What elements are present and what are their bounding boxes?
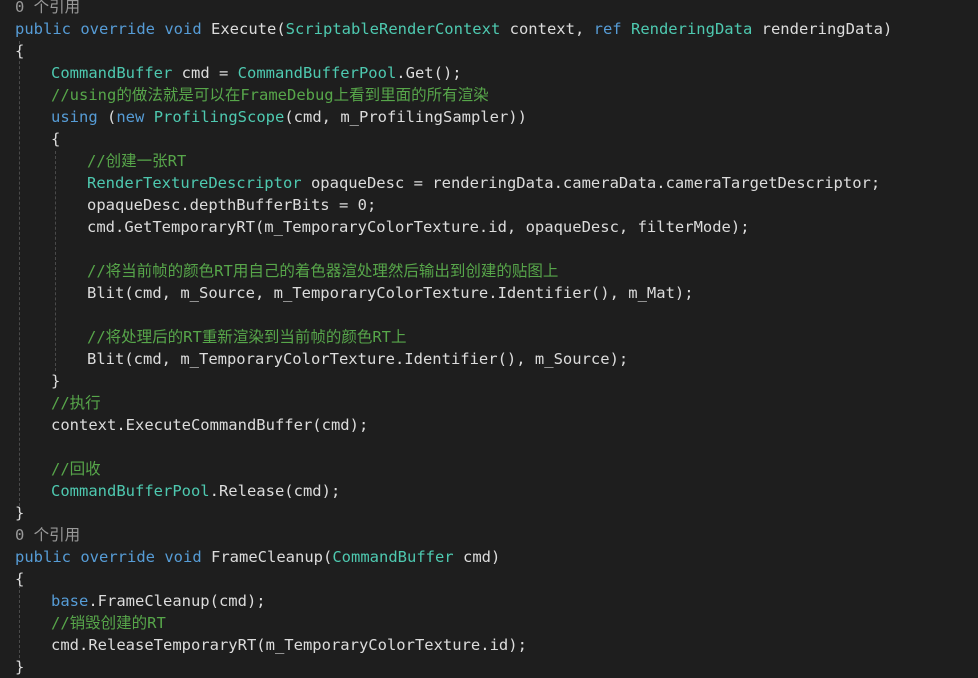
code-keyword: void — [164, 20, 202, 38]
code-line: RenderTextureDescriptor opaqueDesc = ren… — [87, 172, 880, 194]
code-type: RenderTextureDescriptor — [87, 174, 302, 192]
code-comment: //回收 — [51, 460, 101, 478]
code-text: } — [15, 658, 25, 676]
code-line: Blit(cmd, m_Source, m_TemporaryColorText… — [87, 282, 694, 304]
code-line: { — [15, 568, 24, 590]
code-keyword: override — [80, 548, 155, 566]
code-type: CommandBuffer — [332, 548, 454, 566]
code-editor[interactable]: 0 个引用 public override void Execute(Script… — [0, 0, 978, 676]
code-line: //回收 — [51, 458, 101, 480]
code-keyword: new — [116, 108, 145, 126]
code-line: { — [51, 128, 60, 150]
code-text: opaqueDesc = renderingData.cameraData.ca… — [301, 174, 881, 192]
code-keyword: override — [80, 20, 155, 38]
code-text: (cmd, m_ProfilingSampler)) — [284, 108, 527, 126]
code-line: cmd.ReleaseTemporaryRT(m_TemporaryColorT… — [51, 634, 527, 656]
code-keyword: public — [15, 20, 71, 38]
code-text: context.ExecuteCommandBuffer(cmd); — [51, 416, 369, 434]
code-type: ScriptableRenderContext — [285, 20, 501, 38]
code-line: } — [51, 370, 60, 392]
code-type: ProfilingScope — [153, 108, 285, 126]
indent-guide — [19, 585, 20, 663]
code-line: CommandBufferPool.Release(cmd); — [51, 480, 340, 502]
code-text: { — [51, 130, 61, 148]
code-text: renderingData) — [752, 20, 893, 38]
code-text: } — [15, 504, 25, 522]
code-text: Execute( — [201, 20, 286, 38]
code-line: public override void Execute(ScriptableR… — [15, 18, 892, 40]
code-line: cmd.GetTemporaryRT(m_TemporaryColorTextu… — [87, 216, 750, 238]
indent-guide — [55, 151, 56, 371]
code-line: base.FrameCleanup(cmd); — [51, 590, 266, 612]
code-comment: //将处理后的RT重新渲染到当前帧的颜色RT上 — [87, 328, 407, 346]
code-text: { — [15, 42, 25, 60]
code-line: CommandBuffer cmd = CommandBufferPool.Ge… — [51, 62, 462, 84]
code-line: //using的做法就是可以在FrameDebug上看到里面的所有渲染 — [51, 84, 489, 106]
code-comment: //创建一张RT — [87, 152, 187, 170]
code-keyword: void — [164, 548, 202, 566]
code-line: //执行 — [51, 392, 101, 414]
code-comment: //销毁创建的RT — [51, 614, 166, 632]
code-type: RenderingData — [630, 20, 753, 38]
code-text: { — [15, 570, 25, 588]
code-text: cmd.ReleaseTemporaryRT(m_TemporaryColorT… — [51, 636, 527, 654]
code-comment: //执行 — [51, 394, 101, 412]
code-line: using (new ProfilingScope(cmd, m_Profili… — [51, 106, 527, 128]
code-line: Blit(cmd, m_TemporaryColorTexture.Identi… — [87, 348, 628, 370]
code-text: .Release(cmd); — [209, 482, 341, 500]
indent-guide — [19, 41, 20, 506]
code-keyword: ref — [593, 20, 622, 38]
code-type: CommandBufferPool — [237, 64, 397, 82]
code-line: opaqueDesc.depthBufferBits = 0; — [87, 194, 376, 216]
code-text: Blit(cmd, m_Source, m_TemporaryColorText… — [87, 284, 694, 302]
code-keyword: public — [15, 548, 71, 566]
code-line: { — [15, 40, 24, 62]
code-line: } — [15, 656, 24, 678]
code-keyword: base — [51, 592, 89, 610]
code-text: cmd) — [453, 548, 501, 566]
code-line: } — [15, 502, 24, 524]
code-type: CommandBuffer — [51, 64, 173, 82]
code-text: .FrameCleanup(cmd); — [88, 592, 266, 610]
code-comment: //using的做法就是可以在FrameDebug上看到里面的所有渲染 — [51, 86, 489, 104]
code-text: FrameCleanup( — [201, 548, 333, 566]
code-line: //将处理后的RT重新渲染到当前帧的颜色RT上 — [87, 326, 407, 348]
codelens-text: 0 个引用 — [15, 0, 81, 16]
codelens-reference-count[interactable]: 0 个引用 — [15, 0, 80, 18]
code-line: //创建一张RT — [87, 150, 186, 172]
codelens-reference-count[interactable]: 0 个引用 — [15, 524, 80, 546]
code-text: context, — [500, 20, 594, 38]
code-text: .Get(); — [396, 64, 462, 82]
code-text: } — [51, 372, 61, 390]
code-line: context.ExecuteCommandBuffer(cmd); — [51, 414, 368, 436]
code-line: //销毁创建的RT — [51, 612, 166, 634]
code-comment: //将当前帧的颜色RT用自己的着色器渲处理然后输出到创建的贴图上 — [87, 262, 559, 280]
code-text: ( — [97, 108, 117, 126]
code-text: cmd = — [172, 64, 238, 82]
code-line: //将当前帧的颜色RT用自己的着色器渲处理然后输出到创建的贴图上 — [87, 260, 558, 282]
code-text: cmd.GetTemporaryRT(m_TemporaryColorTextu… — [87, 218, 750, 236]
code-text: opaqueDesc.depthBufferBits = 0; — [87, 196, 377, 214]
code-type: CommandBufferPool — [51, 482, 210, 500]
code-text: Blit(cmd, m_TemporaryColorTexture.Identi… — [87, 350, 629, 368]
code-keyword: using — [51, 108, 98, 126]
codelens-text: 0 个引用 — [15, 526, 81, 544]
code-line: public override void FrameCleanup(Comman… — [15, 546, 500, 568]
